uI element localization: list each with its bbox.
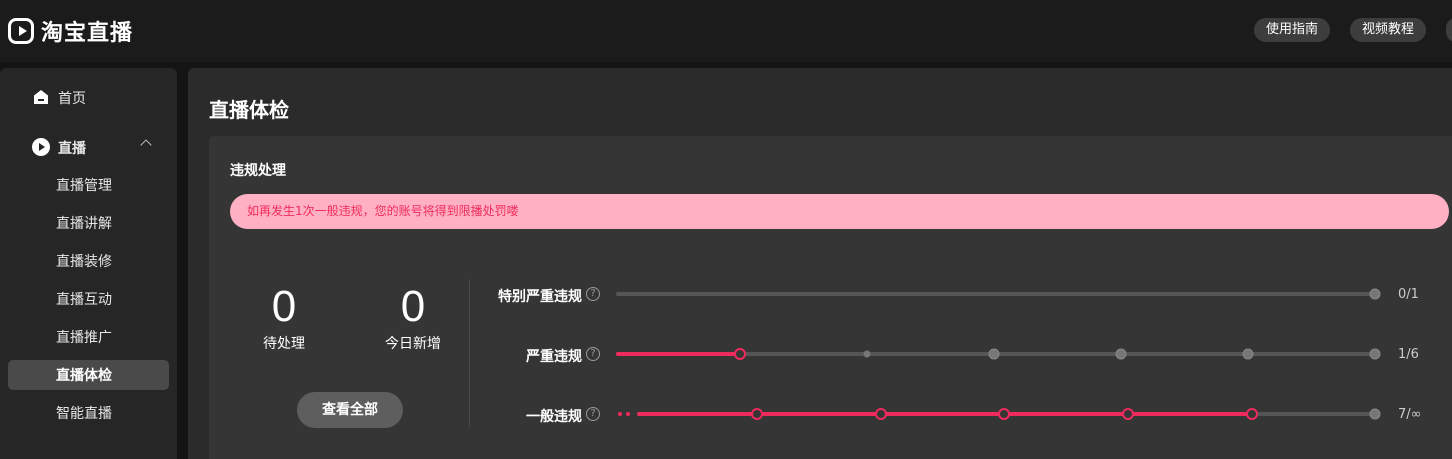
taobao-live-logo[interactable]: 淘宝直播: [8, 16, 133, 46]
violation-card: 违规处理 如再发生1次一般违规，您的账号将得到限播处罚喽 0 待处理 0 今日新…: [209, 136, 1452, 459]
sidebar-item-label: 首页: [58, 91, 86, 107]
severe-track: [616, 348, 1381, 360]
sidebar-item-live-checkup[interactable]: 直播体检: [8, 360, 169, 390]
home-icon: [34, 90, 48, 104]
sidebar-item-smart-live[interactable]: 智能直播: [8, 398, 169, 428]
sidebar-item-live[interactable]: 直播: [8, 132, 169, 162]
sidebar-item-live-interact[interactable]: 直播互动: [8, 284, 169, 314]
play-circle-icon: [32, 138, 50, 156]
general-track: [618, 408, 1381, 420]
sidebar-item-live-decor[interactable]: 直播装修: [8, 246, 169, 276]
user-guide-button[interactable]: 使用指南: [1254, 18, 1331, 42]
sidebar: 首页 直播 直播管理 直播讲解 直播装修 直播互动 直播推广 直播体检 智能直播: [0, 68, 177, 459]
more-button[interactable]: [1446, 18, 1452, 42]
severe-special-track: [616, 288, 1381, 300]
sidebar-item-live-promote[interactable]: 直播推广: [8, 322, 169, 352]
main-panel: 直播体检 违规处理 如再发生1次一般违规，您的账号将得到限播处罚喽 0 待处理 …: [188, 68, 1452, 459]
sidebar-item-label: 直播: [58, 141, 86, 157]
chevron-up-icon[interactable]: [140, 139, 152, 151]
sidebar-item-live-manage[interactable]: 直播管理: [8, 170, 169, 200]
video-tutorial-button[interactable]: 视频教程: [1350, 18, 1427, 42]
sidebar-item-live-explain[interactable]: 直播讲解: [8, 208, 169, 238]
play-logo-icon: [8, 18, 34, 44]
violation-progress-tracks: [616, 288, 1381, 420]
page-title: 直播体检: [209, 98, 289, 122]
top-bar: 淘宝直播 使用指南 视频教程: [0, 0, 1452, 62]
sidebar-item-home[interactable]: 首页: [8, 82, 169, 112]
logo-text: 淘宝直播: [41, 21, 134, 46]
